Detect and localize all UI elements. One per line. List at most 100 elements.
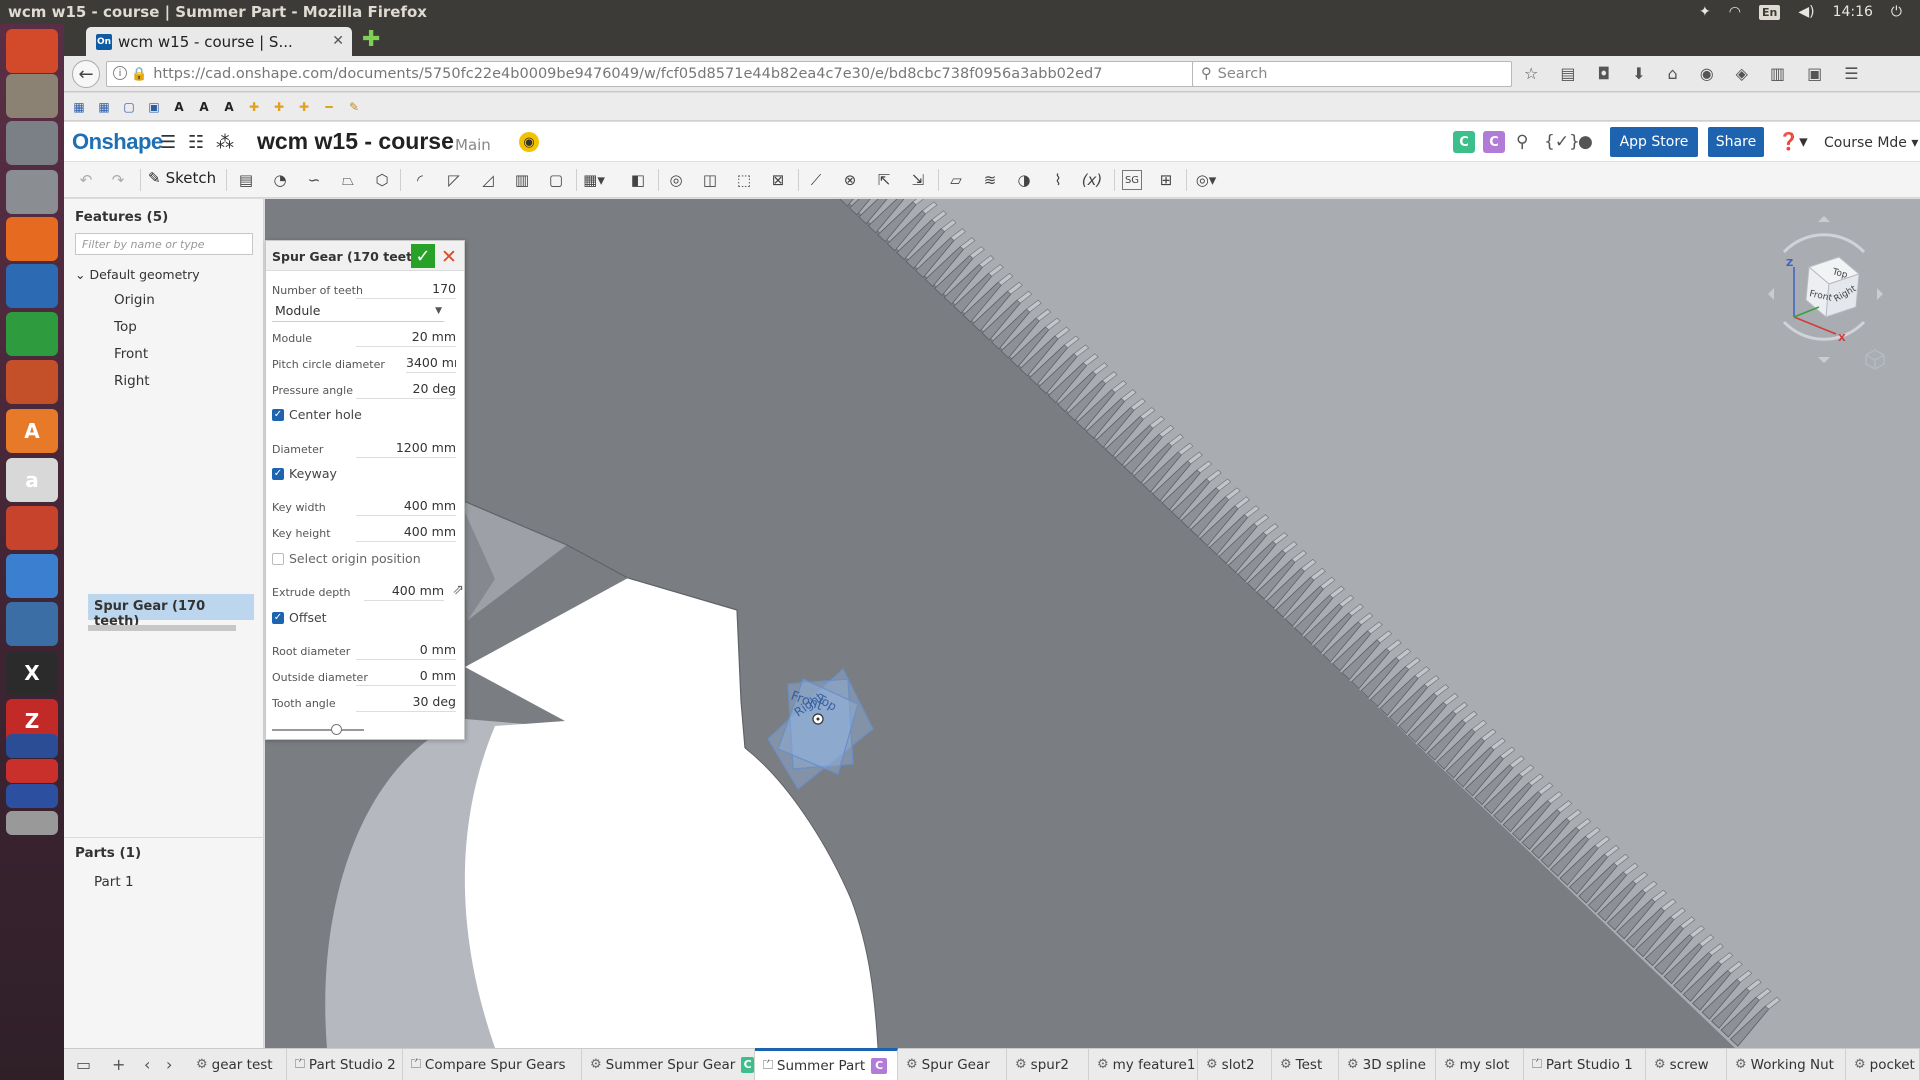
outside-diameter-field[interactable]: 0 mm [356, 668, 456, 686]
modify-fillet-icon[interactable]: ⟋ [806, 170, 826, 190]
add-custom-feature-icon[interactable]: ⊞ [1156, 170, 1176, 190]
flip-direction-icon[interactable]: ⇗ [452, 582, 464, 598]
browser-tab-active[interactable]: On wcm w15 - course | S... ✕ [86, 27, 352, 56]
reading-list-icon[interactable]: ▤ [1560, 64, 1575, 83]
center-hole-checkbox[interactable]: ✓ Center hole [272, 407, 362, 422]
collaborator-badge[interactable]: C [741, 1056, 754, 1073]
number-of-teeth-field[interactable]: 170 [356, 281, 456, 299]
thicken-icon[interactable]: ⬡ [372, 170, 392, 190]
rollback-bar[interactable] [88, 625, 236, 631]
split-icon[interactable]: ◫ [700, 170, 720, 190]
offset-checkbox[interactable]: ✓ Offset [272, 610, 327, 625]
graphics-viewport[interactable]: Front Top Right [265, 199, 1920, 1048]
tab-summer-spur-gear[interactable]: ⚙ Summer Spur Gear C [582, 1049, 755, 1080]
new-tab-icon[interactable]: ✚ [362, 29, 380, 51]
collaborator-badge[interactable]: C [871, 1057, 888, 1074]
bookmark-icon-3[interactable]: ▢ [122, 100, 136, 114]
tab-slot2[interactable]: ⚙ slot2 [1198, 1049, 1272, 1080]
pressure-field[interactable]: 20 deg [356, 381, 456, 399]
redo-icon[interactable]: ↷ [108, 170, 128, 190]
bookmark-star-icon[interactable]: ☆ [1524, 64, 1538, 83]
tab-my-feature1[interactable]: ⚙ my feature1 [1089, 1049, 1198, 1080]
volume-icon[interactable]: ◀) [1798, 4, 1814, 20]
part-item[interactable]: Part 1 [94, 874, 134, 890]
helix-icon[interactable]: ≋ [980, 170, 1000, 190]
undo-icon[interactable]: ↶ [76, 170, 96, 190]
tab-manager-icon[interactable]: ▭ [76, 1055, 91, 1074]
plus-up-icon[interactable]: ✚ [272, 100, 286, 114]
gear-model-render[interactable]: Front Top Right [265, 199, 1920, 1048]
settings-icon[interactable] [6, 506, 58, 550]
close-tab-icon[interactable]: ✕ [332, 33, 344, 49]
tab-compare-spur-gears[interactable]: ⏍ Compare Spur Gears [403, 1049, 582, 1080]
app-icon-17[interactable] [6, 759, 58, 783]
transform-icon[interactable]: ⬚ [734, 170, 754, 190]
tab-pocket[interactable]: ⚙ pocket [1846, 1049, 1920, 1080]
tooth-angle-field[interactable]: 30 deg [356, 694, 456, 712]
pitch-field[interactable]: 3400 mm [406, 355, 456, 373]
pocket-icon[interactable]: ◘ [1597, 64, 1610, 83]
kde-icon[interactable] [6, 734, 58, 758]
chevron-down-icon[interactable]: ⌄ [75, 267, 85, 282]
checkbox-unchecked-icon[interactable] [272, 552, 284, 565]
app-store-button[interactable]: App Store [1610, 127, 1698, 157]
amazon-icon[interactable]: a [6, 458, 58, 502]
tab-my-slot[interactable]: ⚙ my slot [1436, 1049, 1524, 1080]
feature-top-plane[interactable]: Top [114, 319, 137, 335]
user-menu[interactable]: Course Mde ▾ [1824, 135, 1918, 151]
help-icon[interactable]: ❓▾ [1778, 132, 1808, 152]
insert-tab-plus-icon[interactable]: + [112, 1055, 125, 1074]
checkbox-checked-icon[interactable]: ✓ [272, 467, 284, 480]
extrude-field[interactable]: 400 mm [364, 583, 444, 601]
keyway-checkbox[interactable]: ✓ Keyway [272, 466, 337, 481]
software-center-icon[interactable]: A [6, 409, 58, 453]
gear-mode-select[interactable]: Module ▼ [272, 300, 444, 322]
bookmark-icon-4[interactable]: ▣ [147, 100, 161, 114]
render-mode-icon[interactable]: ◎▾ [1196, 170, 1217, 190]
bookmark-icon-2[interactable]: ▦ [97, 100, 111, 114]
diameter-field[interactable]: 1200 mm [356, 440, 456, 458]
collaborator-avatar-1[interactable]: C [1453, 131, 1475, 153]
home-icon[interactable]: ⌂ [1668, 64, 1678, 83]
downloads-icon[interactable]: ⬇ [1632, 64, 1645, 83]
plane-icon[interactable]: ▱ [946, 170, 966, 190]
plus-icon[interactable]: ✚ [247, 100, 261, 114]
feature-right-plane[interactable]: Right [114, 373, 150, 389]
spur-gear-feature-icon[interactable]: SG [1122, 170, 1142, 190]
feature-origin[interactable]: Origin [114, 292, 155, 308]
branch-label[interactable]: Main [455, 136, 491, 154]
calc-icon[interactable] [6, 312, 58, 356]
menu-icon[interactable]: ☰ [1844, 64, 1858, 83]
key-height-field[interactable]: 400 mm [356, 524, 456, 542]
comments-icon[interactable]: ● [1578, 132, 1593, 152]
tab-part-studio-2[interactable]: ⏍ Part Studio 2 [287, 1049, 403, 1080]
tab-gear-test[interactable]: ⚙ gear test [188, 1049, 287, 1080]
rib-icon[interactable]: ▥ [512, 170, 532, 190]
collaborator-avatar-2[interactable]: C [1483, 131, 1505, 153]
spline-icon[interactable]: ⌇ [1048, 170, 1068, 190]
delete-part-icon[interactable]: ⊠ [768, 170, 788, 190]
font-icon-3[interactable]: A [222, 100, 236, 114]
chromium-icon[interactable] [6, 554, 58, 598]
files-icon[interactable] [6, 74, 58, 118]
extension-new-icon[interactable]: ▣ [1807, 64, 1822, 83]
tab-screw[interactable]: ⚙ screw [1646, 1049, 1727, 1080]
checkbox-checked-icon[interactable]: ✓ [272, 611, 284, 624]
select-origin-checkbox[interactable]: Select origin position [272, 551, 421, 566]
search-bar[interactable]: ⚲ Search [1192, 61, 1512, 87]
document-title[interactable]: wcm w15 - course [257, 128, 454, 155]
ubuntu-dash-icon[interactable] [6, 29, 58, 73]
tab-working-nut[interactable]: ⚙ Working Nut [1727, 1049, 1846, 1080]
pattern-icon[interactable]: ▦▾ [583, 170, 605, 190]
tab-test[interactable]: ⚙ Test [1272, 1049, 1339, 1080]
font-icon-1[interactable]: A [172, 100, 186, 114]
key-width-field[interactable]: 400 mm [356, 498, 456, 516]
clock[interactable]: 14:16 [1833, 4, 1873, 20]
dropbox-icon[interactable]: ✦ [1699, 4, 1711, 20]
sweep-icon[interactable]: ∽ [304, 170, 324, 190]
fillet-icon[interactable]: ◜ [410, 170, 430, 190]
computer-icon[interactable] [6, 121, 58, 165]
share-button[interactable]: Share [1708, 127, 1764, 157]
scroll-tabs-right-icon[interactable]: › [166, 1055, 172, 1074]
tooth-angle-slider[interactable] [272, 724, 364, 735]
